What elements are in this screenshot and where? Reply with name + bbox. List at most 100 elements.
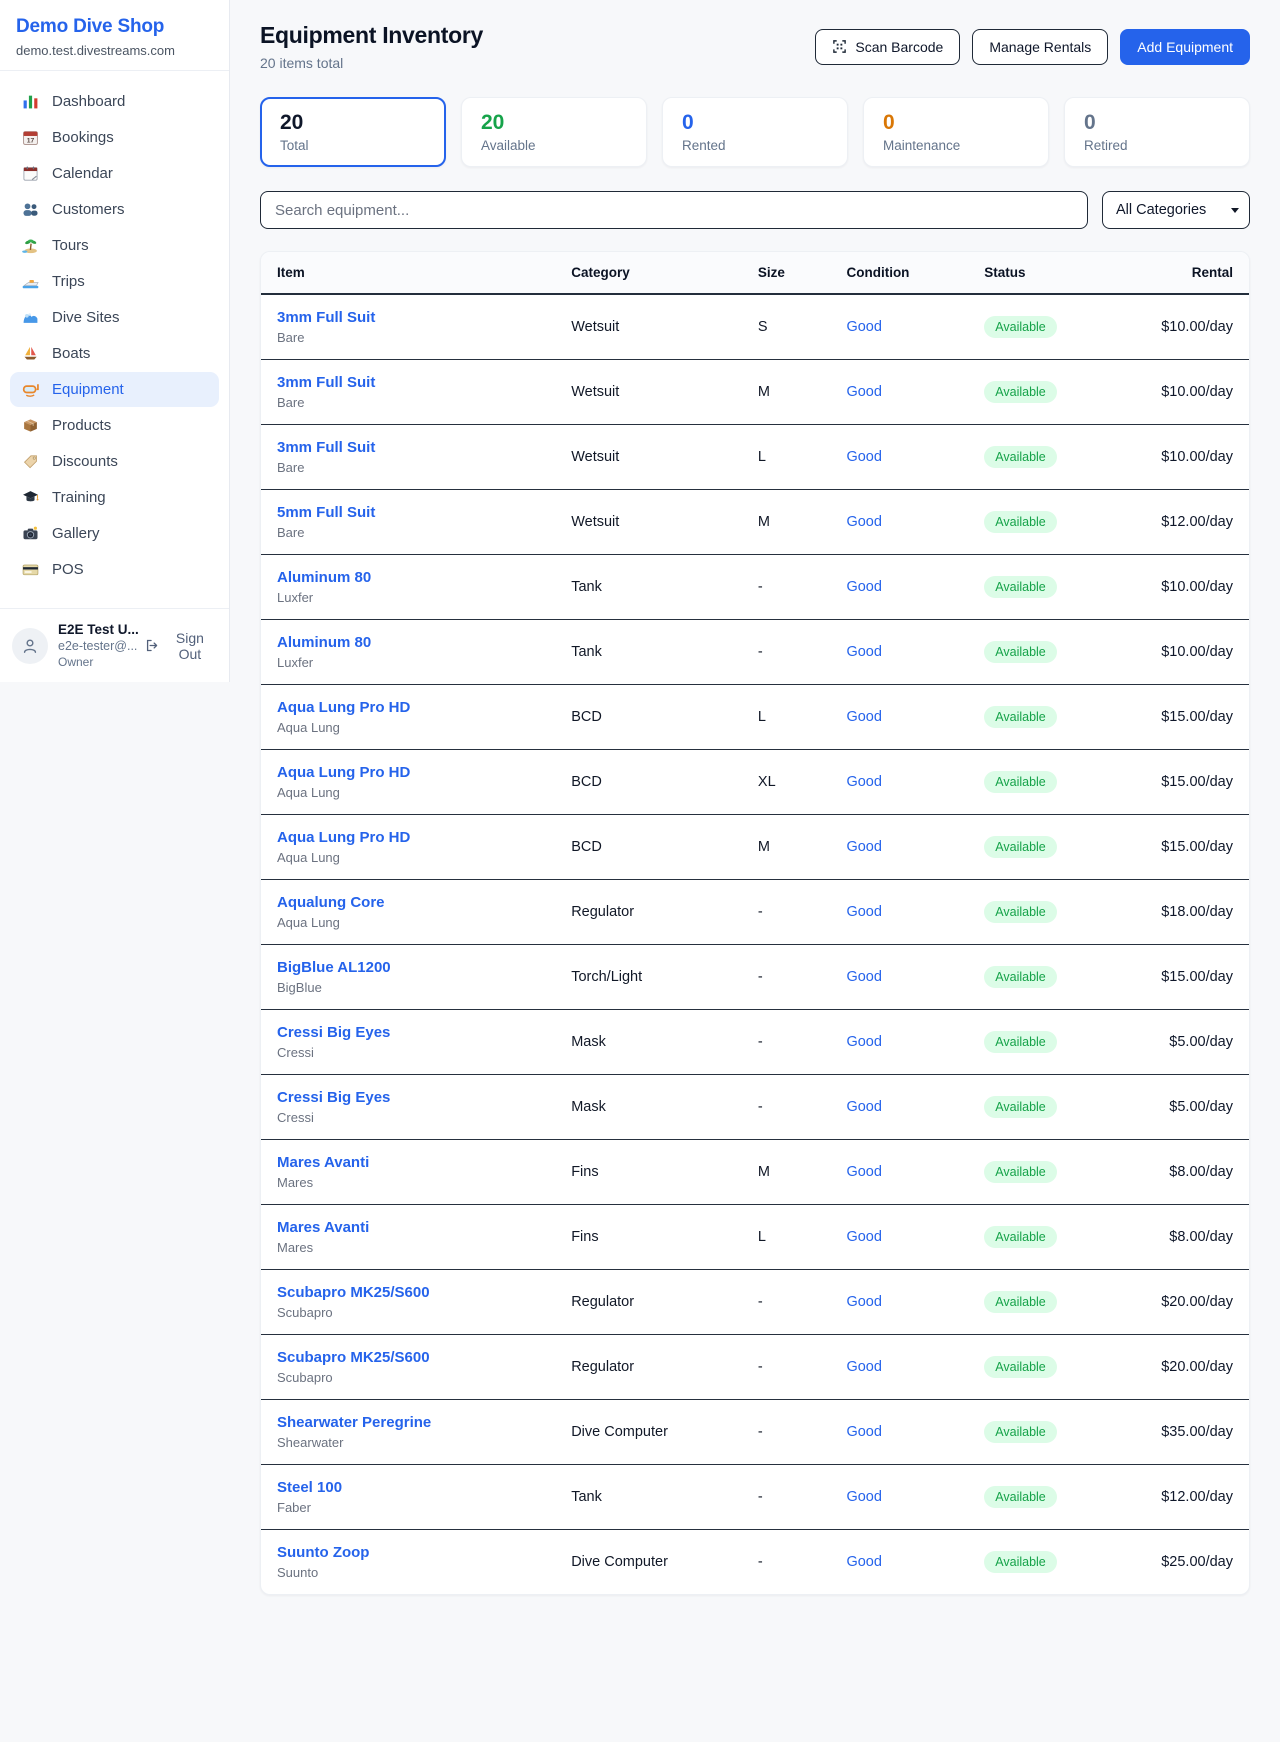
condition-link[interactable]: Good — [846, 384, 881, 400]
item-name-link[interactable]: Suunto Zoop — [277, 1544, 369, 1561]
item-name-link[interactable]: Mares Avanti — [277, 1219, 369, 1236]
item-brand: Cressi — [277, 1110, 539, 1125]
condition-link[interactable]: Good — [846, 1164, 881, 1180]
stat-card[interactable]: 0 Maintenance — [863, 97, 1049, 167]
item-name-link[interactable]: Shearwater Peregrine — [277, 1414, 431, 1431]
search-input[interactable] — [260, 191, 1088, 229]
scan-barcode-label: Scan Barcode — [855, 39, 943, 55]
grad-icon — [22, 489, 39, 506]
manage-rentals-button[interactable]: Manage Rentals — [972, 29, 1108, 65]
condition-link[interactable]: Good — [846, 1489, 881, 1505]
sidebar-item[interactable]: Trips — [10, 264, 219, 299]
stat-card[interactable]: 0 Rented — [662, 97, 848, 167]
scan-barcode-button[interactable]: Scan Barcode — [815, 29, 960, 65]
item-name-link[interactable]: 3mm Full Suit — [277, 439, 375, 456]
condition-link[interactable]: Good — [846, 904, 881, 920]
item-name-link[interactable]: Aqua Lung Pro HD — [277, 829, 410, 846]
item-brand: Aqua Lung — [277, 785, 539, 800]
item-brand: Scubapro — [277, 1370, 539, 1385]
condition-link[interactable]: Good — [846, 1294, 881, 1310]
condition-link[interactable]: Good — [846, 1229, 881, 1245]
item-category: BCD — [555, 685, 742, 750]
condition-link[interactable]: Good — [846, 449, 881, 465]
sidebar-item[interactable]: Customers — [10, 192, 219, 227]
item-size: M — [742, 1140, 831, 1205]
table-row: 3mm Full Suit Bare Wetsuit M Good Availa… — [261, 360, 1249, 425]
item-name-link[interactable]: 5mm Full Suit — [277, 504, 375, 521]
camera-icon — [22, 525, 39, 542]
stat-card[interactable]: 20 Total — [260, 97, 446, 167]
equipment-table-card: Item Category Size Condition Status Rent… — [260, 251, 1250, 1595]
sidebar-item[interactable]: Bookings — [10, 120, 219, 155]
item-name-link[interactable]: Aluminum 80 — [277, 569, 371, 586]
item-size: M — [742, 815, 831, 880]
item-name-link[interactable]: 3mm Full Suit — [277, 309, 375, 326]
add-equipment-button[interactable]: Add Equipment — [1120, 29, 1250, 65]
table-row: BigBlue AL1200 BigBlue Torch/Light - Goo… — [261, 945, 1249, 1010]
customers-icon — [22, 201, 39, 218]
condition-link[interactable]: Good — [846, 839, 881, 855]
stat-card[interactable]: 20 Available — [461, 97, 647, 167]
sidebar-item[interactable]: Dashboard — [10, 84, 219, 119]
sidebar-item[interactable]: Training — [10, 480, 219, 515]
item-name-link[interactable]: Steel 100 — [277, 1479, 342, 1496]
condition-link[interactable]: Good — [846, 1359, 881, 1375]
table-row: Aqua Lung Pro HD Aqua Lung BCD L Good Av… — [261, 685, 1249, 750]
condition-link[interactable]: Good — [846, 644, 881, 660]
item-name-link[interactable]: BigBlue AL1200 — [277, 959, 391, 976]
item-brand: Faber — [277, 1500, 539, 1515]
condition-link[interactable]: Good — [846, 1424, 881, 1440]
sign-out-icon — [145, 638, 159, 653]
item-name-link[interactable]: Aqua Lung Pro HD — [277, 699, 410, 716]
table-row: 3mm Full Suit Bare Wetsuit S Good Availa… — [261, 294, 1249, 360]
stat-label: Retired — [1084, 138, 1230, 153]
table-row: Scubapro MK25/S600 Scubapro Regulator - … — [261, 1270, 1249, 1335]
item-name-link[interactable]: Cressi Big Eyes — [277, 1089, 390, 1106]
stat-label: Total — [280, 138, 426, 153]
manage-rentals-label: Manage Rentals — [989, 39, 1091, 55]
rental-price: $12.00/day — [1145, 1465, 1249, 1530]
stat-card[interactable]: 0 Retired — [1064, 97, 1250, 167]
item-name-link[interactable]: Cressi Big Eyes — [277, 1024, 390, 1041]
stat-value: 0 — [682, 111, 828, 135]
sidebar-item[interactable]: Boats — [10, 336, 219, 371]
table-row: Aqualung Core Aqua Lung Regulator - Good… — [261, 880, 1249, 945]
stat-value: 20 — [481, 111, 627, 135]
condition-link[interactable]: Good — [846, 1099, 881, 1115]
item-name-link[interactable]: Aqualung Core — [277, 894, 385, 911]
item-category: Wetsuit — [555, 294, 742, 360]
item-name-link[interactable]: Aqua Lung Pro HD — [277, 764, 410, 781]
sidebar-item[interactable]: Gallery — [10, 516, 219, 551]
sidebar-item[interactable]: Calendar — [10, 156, 219, 191]
condition-link[interactable]: Good — [846, 514, 881, 530]
category-select[interactable]: All Categories — [1102, 191, 1250, 229]
condition-link[interactable]: Good — [846, 969, 881, 985]
user-email: e2e-tester@... — [58, 639, 133, 653]
sign-out-button[interactable]: Sign Out — [143, 630, 217, 662]
sidebar-item[interactable]: Tours — [10, 228, 219, 263]
user-meta: E2E Test U... e2e-tester@... Owner — [58, 622, 133, 669]
sidebar-item[interactable]: Products — [10, 408, 219, 443]
avatar — [12, 628, 48, 664]
sidebar-nav: Dashboard Bookings Calendar Customers — [0, 71, 229, 598]
sidebar-item[interactable]: Equipment — [10, 372, 219, 407]
table-row: Steel 100 Faber Tank - Good Available — [261, 1465, 1249, 1530]
condition-link[interactable]: Good — [846, 1554, 881, 1570]
item-name-link[interactable]: Mares Avanti — [277, 1154, 369, 1171]
sidebar-item[interactable]: POS — [10, 552, 219, 587]
item-name-link[interactable]: Scubapro MK25/S600 — [277, 1349, 430, 1366]
page-title: Equipment Inventory — [260, 22, 483, 49]
item-brand: Mares — [277, 1240, 539, 1255]
item-name-link[interactable]: 3mm Full Suit — [277, 374, 375, 391]
item-name-link[interactable]: Aluminum 80 — [277, 634, 371, 651]
rental-price: $10.00/day — [1145, 294, 1249, 360]
sidebar-item[interactable]: Dive Sites — [10, 300, 219, 335]
sidebar-item[interactable]: Discounts — [10, 444, 219, 479]
item-name-link[interactable]: Scubapro MK25/S600 — [277, 1284, 430, 1301]
condition-link[interactable]: Good — [846, 1034, 881, 1050]
condition-link[interactable]: Good — [846, 774, 881, 790]
stat-value: 20 — [280, 111, 426, 135]
condition-link[interactable]: Good — [846, 579, 881, 595]
condition-link[interactable]: Good — [846, 709, 881, 725]
condition-link[interactable]: Good — [846, 319, 881, 335]
